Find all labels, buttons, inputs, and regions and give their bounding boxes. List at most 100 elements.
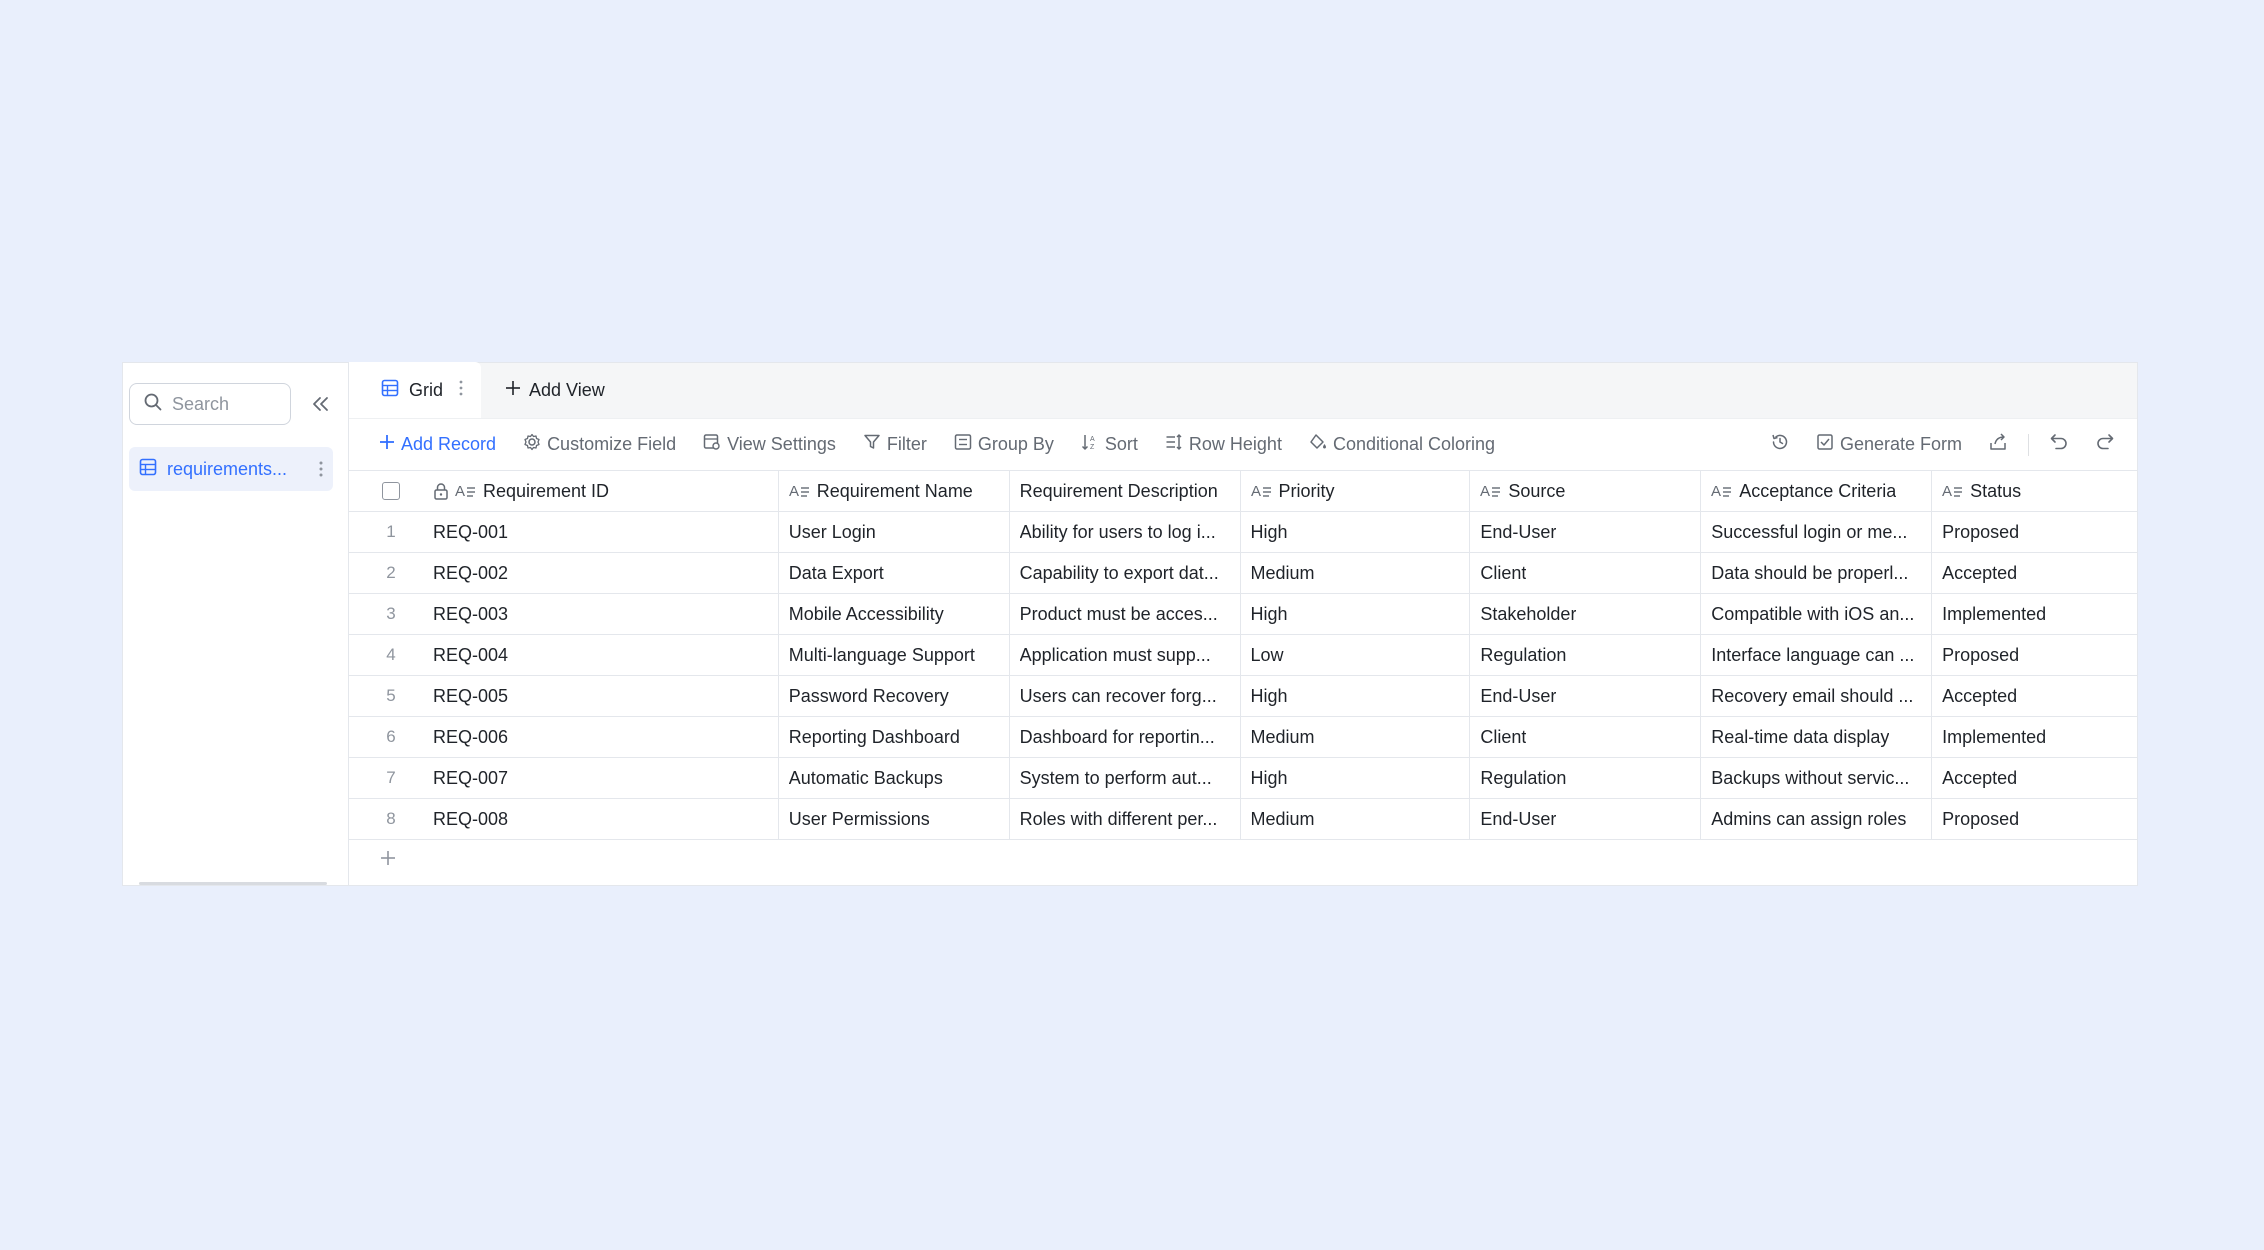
cell-requirement-name[interactable]: Mobile Accessibility — [779, 594, 1010, 634]
cell-requirement-id[interactable]: REQ-002 — [433, 553, 779, 593]
history-button[interactable] — [1770, 432, 1790, 457]
column-header-requirement-name[interactable]: A Requirement Name — [779, 471, 1010, 511]
table-row[interactable]: 2 REQ-002 Data Export Capability to expo… — [349, 553, 2137, 594]
cell-priority[interactable]: High — [1241, 594, 1471, 634]
cell-status[interactable]: Accepted — [1932, 553, 2137, 593]
table-row[interactable]: 1 REQ-001 User Login Ability for users t… — [349, 512, 2137, 553]
row-index: 3 — [386, 604, 396, 623]
cell-status[interactable]: Proposed — [1932, 512, 2137, 552]
cell-source[interactable]: End-User — [1470, 676, 1702, 716]
cell-requirement-id[interactable]: REQ-005 — [433, 676, 779, 716]
collapse-sidebar-icon[interactable] — [309, 392, 333, 416]
group-by-button[interactable]: Group By — [954, 433, 1054, 456]
add-record-label: Add Record — [401, 434, 497, 454]
cell-priority[interactable]: Low — [1241, 635, 1471, 675]
add-record-button[interactable]: Add Record — [379, 434, 496, 455]
cell-requirement-id[interactable]: REQ-004 — [433, 635, 779, 675]
column-header-label: Requirement Name — [816, 480, 973, 501]
cell-acceptance-criteria[interactable]: Interface language can ... — [1701, 635, 1933, 675]
cell-source[interactable]: Client — [1470, 717, 1702, 757]
cell-source[interactable]: End-User — [1470, 799, 1702, 839]
cell-requirement-name[interactable]: Reporting Dashboard — [779, 717, 1010, 757]
search-input[interactable] — [172, 393, 272, 415]
view-settings-button[interactable]: View Settings — [703, 433, 836, 456]
redo-button[interactable] — [2095, 432, 2115, 457]
cell-requirement-id[interactable]: REQ-008 — [433, 799, 779, 839]
filter-button[interactable]: Filter — [863, 433, 927, 456]
cell-requirement-description[interactable]: Product must be acces... — [1010, 594, 1241, 634]
search-box[interactable] — [129, 383, 291, 425]
table-row[interactable]: 6 REQ-006 Reporting Dashboard Dashboard … — [349, 717, 2137, 758]
cell-status[interactable]: Proposed — [1932, 799, 2137, 839]
table-row[interactable]: 4 REQ-004 Multi-language Support Applica… — [349, 635, 2137, 676]
share-button[interactable] — [1988, 432, 2008, 457]
generate-form-button[interactable]: Generate Form — [1816, 433, 1962, 456]
cell-status[interactable]: Accepted — [1932, 676, 2137, 716]
cell-requirement-name[interactable]: Multi-language Support — [779, 635, 1010, 675]
sidebar-item-requirements[interactable]: requirements... — [129, 447, 333, 491]
sidebar-scrollbar[interactable] — [139, 882, 327, 885]
cell-requirement-name[interactable]: Password Recovery — [779, 676, 1010, 716]
cell-status[interactable]: Proposed — [1932, 635, 2137, 675]
table-row[interactable]: 3 REQ-003 Mobile Accessibility Product m… — [349, 594, 2137, 635]
cell-source[interactable]: Regulation — [1470, 758, 1702, 798]
column-header-requirement-description[interactable]: Requirement Description — [1010, 471, 1241, 511]
cell-priority[interactable]: High — [1241, 676, 1471, 716]
column-header-acceptance-criteria[interactable]: A Acceptance Criteria — [1701, 471, 1933, 511]
column-header-source[interactable]: A Source — [1470, 471, 1702, 511]
cell-priority[interactable]: Medium — [1241, 553, 1471, 593]
text-field-icon: A — [1942, 483, 1964, 499]
cell-requirement-name[interactable]: User Login — [779, 512, 1010, 552]
cell-requirement-description[interactable]: Roles with different per... — [1010, 799, 1241, 839]
cell-requirement-description[interactable]: Users can recover forg... — [1010, 676, 1241, 716]
cell-priority[interactable]: Medium — [1241, 717, 1471, 757]
undo-button[interactable] — [2049, 432, 2069, 457]
cell-status[interactable]: Accepted — [1932, 758, 2137, 798]
cell-source[interactable]: End-User — [1470, 512, 1702, 552]
tab-grid[interactable]: Grid — [349, 362, 482, 418]
cell-acceptance-criteria[interactable]: Successful login or me... — [1701, 512, 1933, 552]
table-row[interactable]: 7 REQ-007 Automatic Backups System to pe… — [349, 758, 2137, 799]
column-header-priority[interactable]: A Priority — [1241, 471, 1471, 511]
column-header-requirement-id[interactable]: A Requirement ID — [433, 471, 779, 511]
cell-requirement-description[interactable]: Ability for users to log i... — [1010, 512, 1241, 552]
cell-requirement-name[interactable]: Data Export — [779, 553, 1010, 593]
cell-requirement-id[interactable]: REQ-003 — [433, 594, 779, 634]
column-header-status[interactable]: A Status — [1932, 471, 2137, 511]
table-row[interactable]: 5 REQ-005 Password Recovery Users can re… — [349, 676, 2137, 717]
more-vertical-icon[interactable] — [309, 461, 333, 477]
add-view-button[interactable]: Add View — [481, 362, 605, 418]
cell-source[interactable]: Client — [1470, 553, 1702, 593]
cell-requirement-id[interactable]: REQ-007 — [433, 758, 779, 798]
cell-status[interactable]: Implemented — [1932, 717, 2137, 757]
sidebar-item-label: requirements... — [167, 458, 288, 479]
cell-requirement-name[interactable]: Automatic Backups — [779, 758, 1010, 798]
cell-priority[interactable]: High — [1241, 512, 1471, 552]
cell-requirement-name[interactable]: User Permissions — [779, 799, 1010, 839]
cell-requirement-description[interactable]: Dashboard for reportin... — [1010, 717, 1241, 757]
cell-requirement-id[interactable]: REQ-006 — [433, 717, 779, 757]
customize-field-button[interactable]: Customize Field — [523, 433, 676, 456]
cell-priority[interactable]: Medium — [1241, 799, 1471, 839]
add-row-button[interactable] — [349, 840, 2137, 880]
cell-priority[interactable]: High — [1241, 758, 1471, 798]
cell-requirement-id[interactable]: REQ-001 — [433, 512, 779, 552]
table-row[interactable]: 8 REQ-008 User Permissions Roles with di… — [349, 799, 2137, 840]
cell-acceptance-criteria[interactable]: Data should be properl... — [1701, 553, 1933, 593]
tab-more-icon[interactable] — [459, 380, 463, 401]
cell-source[interactable]: Regulation — [1470, 635, 1702, 675]
sort-button[interactable]: AZ Sort — [1081, 433, 1138, 456]
cell-acceptance-criteria[interactable]: Backups without servic... — [1701, 758, 1933, 798]
cell-requirement-description[interactable]: Capability to export dat... — [1010, 553, 1241, 593]
cell-status[interactable]: Implemented — [1932, 594, 2137, 634]
cell-acceptance-criteria[interactable]: Admins can assign roles — [1701, 799, 1933, 839]
select-all-checkbox[interactable] — [381, 482, 400, 500]
cell-acceptance-criteria[interactable]: Real-time data display — [1701, 717, 1933, 757]
cell-source[interactable]: Stakeholder — [1470, 594, 1702, 634]
cell-requirement-description[interactable]: Application must supp... — [1010, 635, 1241, 675]
row-height-button[interactable]: Row Height — [1165, 433, 1282, 456]
cell-requirement-description[interactable]: System to perform aut... — [1010, 758, 1241, 798]
cell-acceptance-criteria[interactable]: Compatible with iOS an... — [1701, 594, 1933, 634]
conditional-coloring-button[interactable]: Conditional Coloring — [1309, 433, 1495, 456]
cell-acceptance-criteria[interactable]: Recovery email should ... — [1701, 676, 1933, 716]
